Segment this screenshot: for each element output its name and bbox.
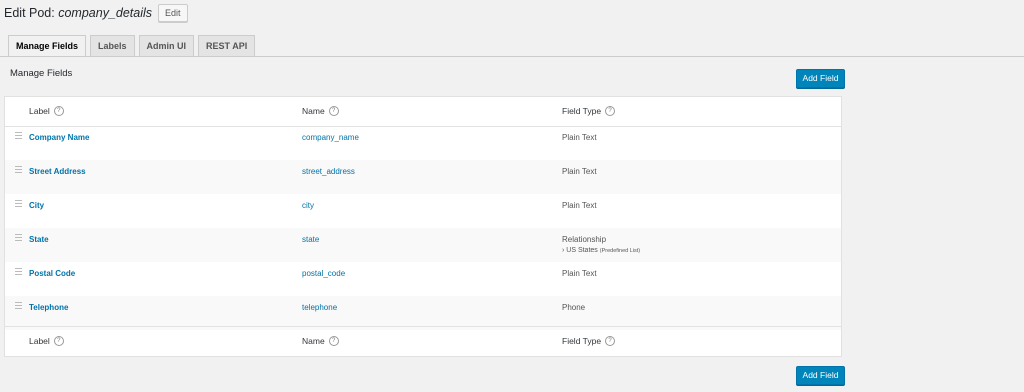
- field-label-link[interactable]: State: [29, 235, 49, 244]
- field-name: telephone: [302, 303, 338, 312]
- help-icon[interactable]: ?: [53, 106, 64, 116]
- help-icon[interactable]: ?: [328, 336, 339, 346]
- table-row: Company Name company_name Plain Text: [5, 126, 841, 160]
- field-type: Plain Text: [562, 269, 597, 278]
- drag-handle-icon[interactable]: [15, 132, 22, 141]
- relationship-source: › US States (Predefined List): [562, 247, 640, 254]
- field-name: postal_code: [302, 269, 346, 278]
- column-footer-label: Label ?: [29, 336, 64, 346]
- tab-labels[interactable]: Labels: [90, 35, 135, 56]
- tab-rest-api[interactable]: REST API: [198, 35, 256, 56]
- table-header: Label ? Name ? Field Type ?: [5, 97, 841, 127]
- tab-divider: [0, 56, 1024, 57]
- section-title: Manage Fields: [10, 68, 73, 79]
- drag-handle-icon[interactable]: [15, 302, 22, 311]
- add-field-button-bottom[interactable]: Add Field: [796, 366, 845, 385]
- field-name: street_address: [302, 167, 355, 176]
- drag-handle-icon[interactable]: [15, 200, 22, 209]
- edit-pod-button[interactable]: Edit: [158, 4, 188, 22]
- table-row: City city Plain Text: [5, 194, 841, 228]
- column-header-name: Name ?: [302, 106, 339, 116]
- field-label-link[interactable]: City: [29, 201, 44, 210]
- field-type: Relationship: [562, 235, 607, 244]
- page-title: Edit Pod: company_details: [4, 6, 152, 20]
- column-label-text: Label: [29, 336, 50, 346]
- add-field-button-top[interactable]: Add Field: [796, 69, 845, 88]
- field-label-link[interactable]: Street Address: [29, 167, 86, 176]
- drag-handle-icon[interactable]: [15, 234, 22, 243]
- column-header-type: Field Type ?: [562, 106, 616, 116]
- table-row: State state Relationship › US States (Pr…: [5, 228, 841, 262]
- relationship-source-name: › US States: [562, 247, 598, 254]
- drag-handle-icon[interactable]: [15, 268, 22, 277]
- column-type-text: Field Type: [562, 336, 602, 346]
- field-type: Plain Text: [562, 133, 597, 142]
- help-icon[interactable]: ?: [605, 106, 616, 116]
- column-label-text: Label: [29, 106, 50, 116]
- table-row: Telephone telephone Phone: [5, 296, 841, 330]
- tab-manage-fields[interactable]: Manage Fields: [8, 35, 87, 57]
- help-icon[interactable]: ?: [605, 336, 616, 346]
- column-header-label: Label ?: [29, 106, 64, 116]
- help-icon[interactable]: ?: [328, 106, 339, 116]
- relationship-source-note: (Predefined List): [599, 248, 641, 254]
- column-footer-name: Name ?: [302, 336, 339, 346]
- table-row: Street Address street_address Plain Text: [5, 160, 841, 194]
- pod-name: company_details: [58, 6, 153, 20]
- field-name: company_name: [302, 133, 359, 142]
- field-type: Phone: [562, 303, 586, 312]
- column-footer-type: Field Type ?: [562, 336, 616, 346]
- tab-bar: Manage Fields Labels Admin UI REST API: [8, 35, 259, 57]
- field-label-link[interactable]: Postal Code: [29, 269, 75, 278]
- tab-admin-ui[interactable]: Admin UI: [138, 35, 195, 56]
- table-row: Postal Code postal_code Plain Text: [5, 262, 841, 296]
- page-header: Edit Pod: company_details Edit: [4, 3, 188, 23]
- fields-table: Label ? Name ? Field Type ? Company Name…: [4, 96, 842, 357]
- column-type-text: Field Type: [562, 106, 602, 116]
- column-name-text: Name: [302, 336, 325, 346]
- page-title-prefix: Edit Pod:: [4, 6, 55, 20]
- field-name: city: [302, 201, 314, 210]
- field-label-link[interactable]: Company Name: [29, 133, 89, 142]
- field-label-link[interactable]: Telephone: [29, 303, 68, 312]
- drag-handle-icon[interactable]: [15, 166, 22, 175]
- field-type: Plain Text: [562, 201, 597, 210]
- help-icon[interactable]: ?: [53, 336, 64, 346]
- column-name-text: Name: [302, 106, 325, 116]
- field-name: state: [302, 235, 320, 244]
- table-footer: Label ? Name ? Field Type ?: [5, 326, 841, 356]
- field-type: Plain Text: [562, 167, 597, 176]
